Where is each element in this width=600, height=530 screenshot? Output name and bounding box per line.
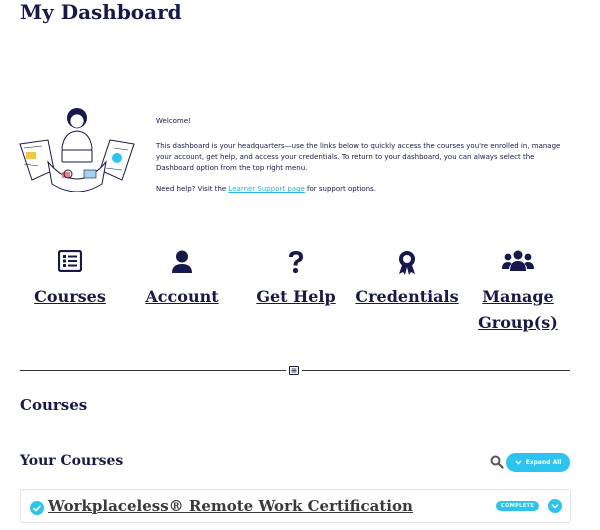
help-prefix: Need help? Visit the bbox=[156, 185, 227, 193]
learner-support-link[interactable]: Learner Support page bbox=[228, 185, 304, 193]
your-courses-heading: Your Courses bbox=[20, 453, 124, 469]
chevron-down-icon[interactable] bbox=[548, 499, 562, 513]
quick-link-label: Credentials bbox=[355, 287, 459, 306]
expand-all-label: Expand All bbox=[525, 459, 562, 466]
question-icon bbox=[289, 251, 303, 274]
welcome-greeting: Welcome! bbox=[156, 117, 191, 125]
help-suffix: for support options. bbox=[304, 185, 376, 193]
courses-section-title: Courses bbox=[20, 396, 88, 414]
status-badge: COMPLETE bbox=[496, 501, 540, 511]
award-icon bbox=[399, 251, 415, 275]
expand-all-button[interactable]: Expand All bbox=[506, 453, 570, 472]
quick-link-label: Get Help bbox=[256, 287, 336, 306]
chevron-down-icon bbox=[514, 460, 522, 465]
quick-link-account[interactable]: Account bbox=[132, 250, 232, 310]
quick-link-get-help[interactable]: Get Help bbox=[246, 250, 346, 310]
quick-link-courses[interactable]: Courses bbox=[20, 250, 120, 310]
quick-link-label: Account bbox=[145, 287, 219, 306]
divider-list-icon bbox=[286, 364, 302, 376]
quick-link-label-line2: Group(s) bbox=[478, 313, 558, 332]
welcome-body: This dashboard is your headquarters—use … bbox=[156, 142, 561, 172]
welcome-message: Welcome! This dashboard is your headquar… bbox=[156, 116, 571, 205]
course-row[interactable]: Workplaceless® Remote Work Certification… bbox=[20, 489, 571, 523]
users-icon bbox=[502, 250, 534, 271]
search-icon[interactable] bbox=[490, 455, 504, 469]
quick-link-manage-groups[interactable]: Manage Group(s) bbox=[468, 250, 568, 336]
list-icon bbox=[58, 250, 82, 272]
user-icon bbox=[172, 250, 192, 273]
welcome-illustration bbox=[19, 108, 135, 192]
quick-links: Courses Account Get Help Credentials Man… bbox=[20, 250, 580, 340]
quick-link-label-line1: Manage bbox=[482, 287, 554, 306]
page-title: My Dashboard bbox=[20, 0, 182, 24]
course-title-link[interactable]: Workplaceless® Remote Work Certification bbox=[48, 497, 413, 515]
quick-link-label: Courses bbox=[34, 287, 106, 306]
check-circle-icon bbox=[30, 501, 44, 515]
help-line: Need help? Visit the Learner Support pag… bbox=[156, 184, 571, 195]
quick-link-credentials[interactable]: Credentials bbox=[352, 250, 462, 310]
